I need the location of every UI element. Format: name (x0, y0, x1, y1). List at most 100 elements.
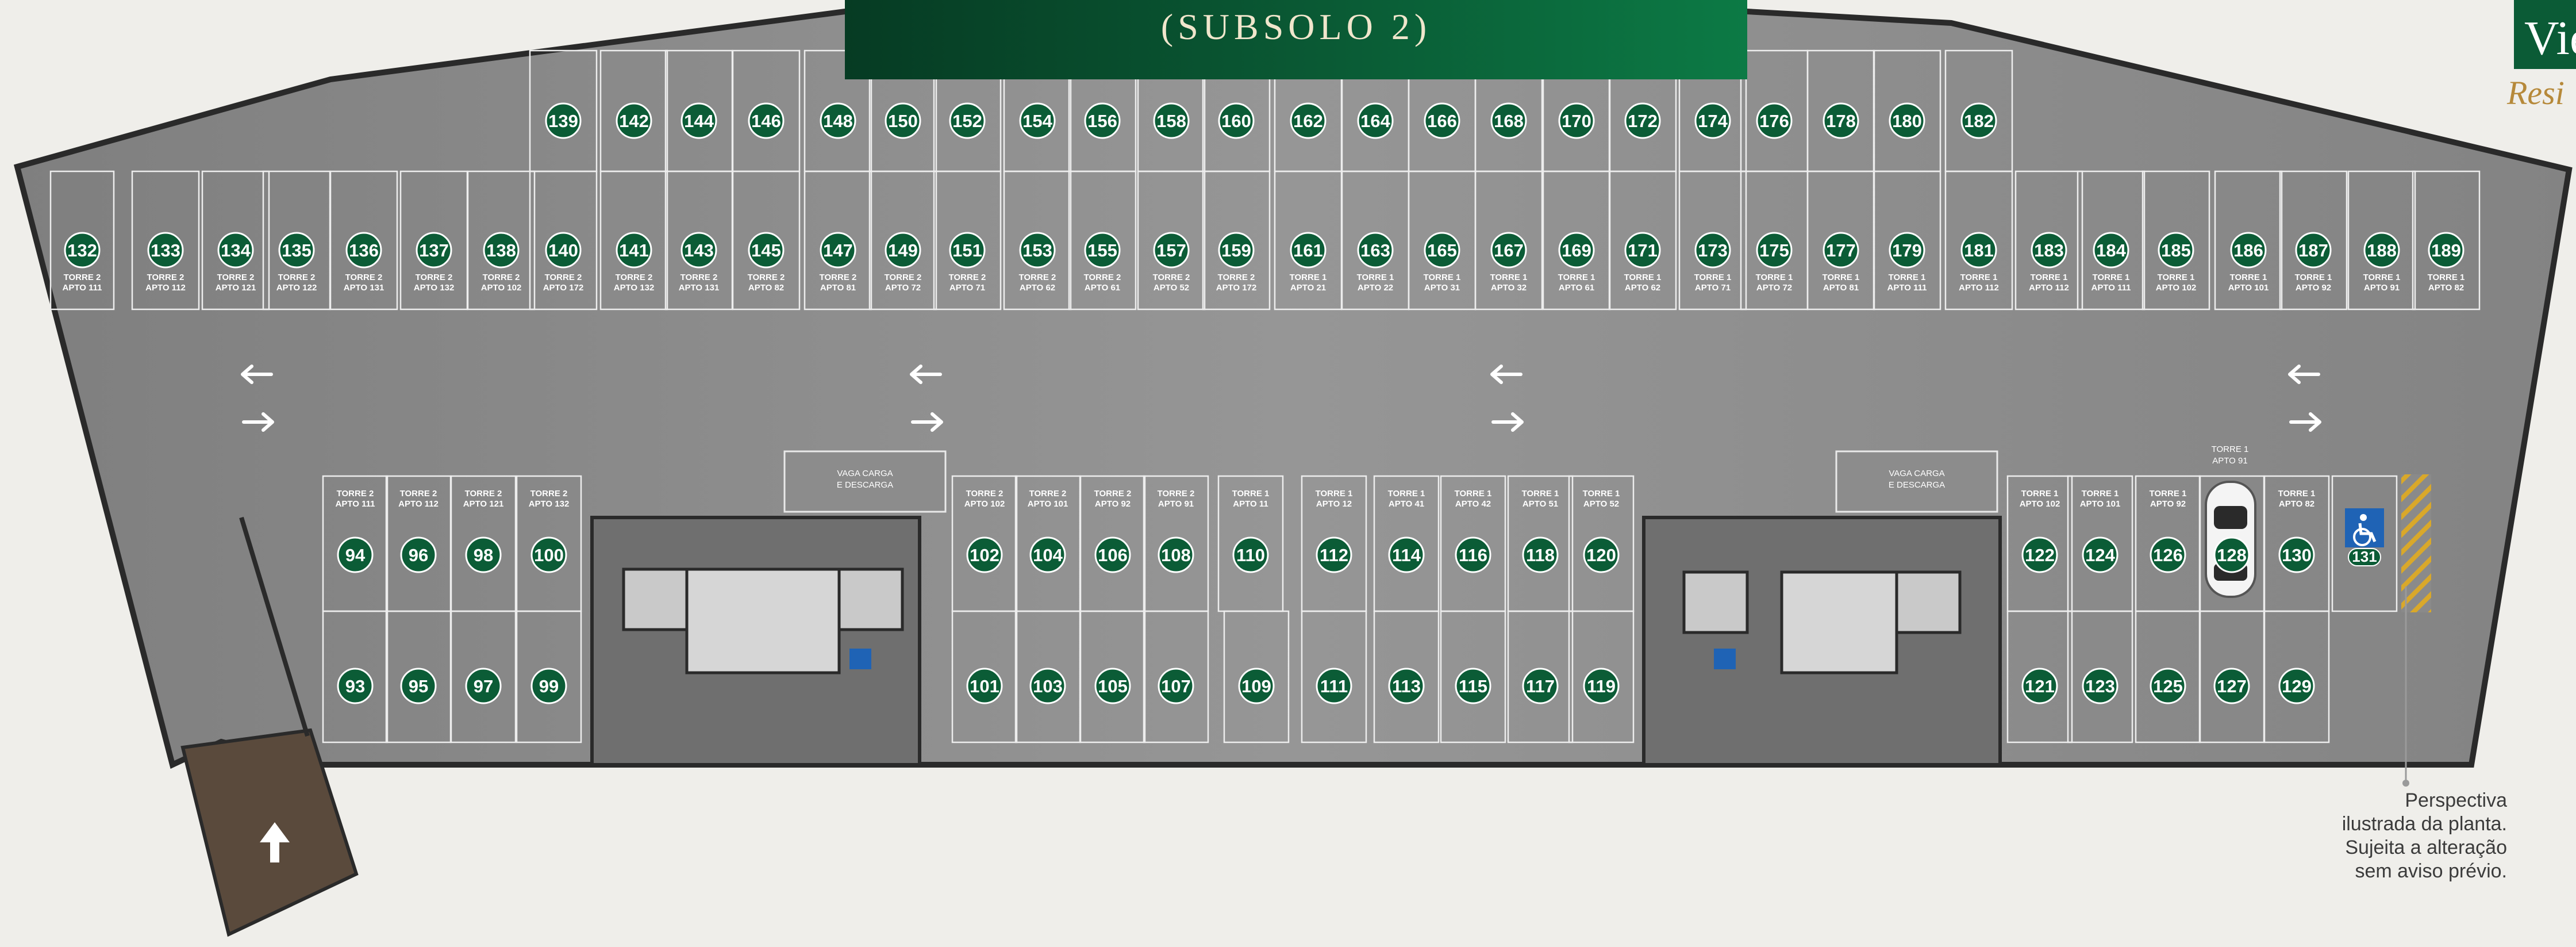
spot-number: 103 (1033, 676, 1063, 696)
stall-apartment: APTO 101 (2080, 499, 2121, 509)
spot-number: 151 (952, 240, 982, 260)
stall-apartment: APTO 82 (2428, 283, 2464, 293)
stall-apartment: APTO 101 (1028, 499, 1068, 509)
spot-badge: 155 (1084, 232, 1121, 269)
stall-tower: TORRE 2 (748, 273, 785, 282)
stall-apartment: APTO 22 (1358, 283, 1393, 293)
stall-tower: TORRE 2 (1218, 273, 1255, 282)
spot-number: 124 (2085, 545, 2115, 565)
stall-tower: TORRE 1 (2093, 273, 2130, 282)
stall-apartment: APTO 81 (820, 283, 856, 293)
spot-number: 150 (888, 111, 918, 131)
stall-apartment: APTO 92 (2150, 499, 2186, 509)
stall-apartment: APTO 172 (1216, 283, 1257, 293)
stall-apartment: APTO 62 (1020, 283, 1055, 293)
spot-number: 158 (1156, 111, 1186, 131)
stall-apartment: APTO 111 (336, 499, 375, 509)
spot-badge: 175 (1756, 232, 1793, 269)
spot-badge: 104 (1029, 536, 1066, 573)
spot-badge: 151 (949, 232, 986, 269)
loading-label-right: E DESCARGA (1889, 480, 1945, 490)
stall-apartment: APTO 112 (145, 283, 186, 293)
spot-badge: 127 (2213, 668, 2250, 704)
spot-badge: 148 (820, 102, 856, 139)
stall-tower: TORRE 1 (1455, 489, 1492, 499)
stall-apartment: APTO 132 (614, 283, 655, 293)
stall-apartment: APTO 72 (1756, 283, 1792, 293)
stall-tower: TORRE 2 (545, 273, 582, 282)
brand-script: Resi (2459, 74, 2576, 108)
spot-badge: 98 (465, 536, 502, 573)
spot-badge: 149 (885, 232, 921, 269)
spot-number: 185 (2161, 240, 2191, 260)
stall-apartment: APTO 42 (1455, 499, 1491, 509)
stall-apartment: APTO 72 (885, 283, 921, 293)
spot-badge: 185 (2158, 232, 2194, 269)
stall-tower: TORRE 2 (1094, 489, 1132, 499)
stall-tower: TORRE 1 (1316, 489, 1353, 499)
stall-tower: TORRE 2 (966, 489, 1004, 499)
spot-number: 114 (1392, 545, 1421, 565)
spot-badge: 122 (2021, 536, 2058, 573)
stall-tower: TORRE 1 (1624, 273, 1662, 282)
spot-badge: 108 (1158, 536, 1194, 573)
spot-badge: 133 (147, 232, 184, 269)
spot-number: 181 (1964, 240, 1994, 260)
note-line: Sujeita a alteração (2345, 837, 2507, 858)
stall-tower: TORRE 1 (1357, 273, 1394, 282)
stall-apartment: APTO 11 (1233, 499, 1268, 509)
spot-badge: 166 (1424, 102, 1460, 139)
spot-number: 134 (221, 240, 251, 260)
spot-number: 100 (534, 545, 564, 565)
stall-tower: TORRE 2 (949, 273, 986, 282)
spot-badge: 173 (1694, 232, 1731, 269)
spot-badge: 109 (1238, 668, 1275, 704)
stall-tower: TORRE 1 (1694, 273, 1732, 282)
spot-badge: 160 (1218, 102, 1255, 139)
spot-badge: 114 (1388, 536, 1425, 573)
spot-number: 152 (952, 111, 982, 131)
spot-number: 182 (1964, 111, 1994, 131)
stall-apartment: APTO 82 (2279, 499, 2314, 509)
loading-label-left: VAGA CARGA (837, 469, 893, 478)
spot-number: 177 (1826, 240, 1856, 260)
spot-badge: 117 (1522, 668, 1559, 704)
spot-number: 179 (1892, 240, 1922, 260)
spot-number: 180 (1892, 111, 1922, 131)
spot-number: 139 (548, 111, 578, 131)
spot-badge: 132 (64, 232, 101, 269)
spot-badge: 143 (680, 232, 717, 269)
spot-badge: 182 (1960, 102, 1997, 139)
stall-apartment: APTO 112 (1959, 283, 1999, 293)
spot-number: 132 (67, 240, 97, 260)
spot-number: 110 (1236, 545, 1265, 565)
spot-badge: 184 (2093, 232, 2129, 269)
stall-apartment: APTO 51 (1522, 499, 1558, 509)
stall-apartment: APTO 121 (216, 283, 256, 293)
spot-number: 153 (1022, 240, 1052, 260)
spot-number: 102 (970, 545, 999, 565)
floor-title: (SUBSOLO 2) (1160, 6, 1432, 47)
spot-badge: 111 (1316, 668, 1352, 704)
spot-badge: 94 (337, 536, 374, 573)
loading-label-left: E DESCARGA (837, 480, 893, 490)
stall-tower: TORRE 2 (416, 273, 453, 282)
spot-number: 137 (419, 240, 449, 260)
spot-number: 175 (1759, 240, 1789, 260)
stall-tower: TORRE 2 (1153, 273, 1190, 282)
stall-tower: TORRE 2 (337, 489, 374, 499)
spot-badge: 154 (1019, 102, 1056, 139)
stall-apartment: APTO 71 (949, 283, 985, 293)
spot-badge: 120 (1583, 536, 1620, 573)
spot-badge: 125 (2150, 668, 2186, 704)
spot-badge: 187 (2295, 232, 2332, 269)
spot-number: 126 (2153, 545, 2183, 565)
spot-badge: 103 (1029, 668, 1066, 704)
spot-number: 97 (474, 676, 493, 696)
spot-badge: 170 (1558, 102, 1595, 139)
stall-apartment: APTO 131 (344, 283, 385, 293)
brand-script-text: Resi (2507, 74, 2565, 108)
spot-badge: 124 (2082, 536, 2119, 573)
stall-tower: TORRE 2 (1029, 489, 1067, 499)
spot-badge: 140 (545, 232, 582, 269)
